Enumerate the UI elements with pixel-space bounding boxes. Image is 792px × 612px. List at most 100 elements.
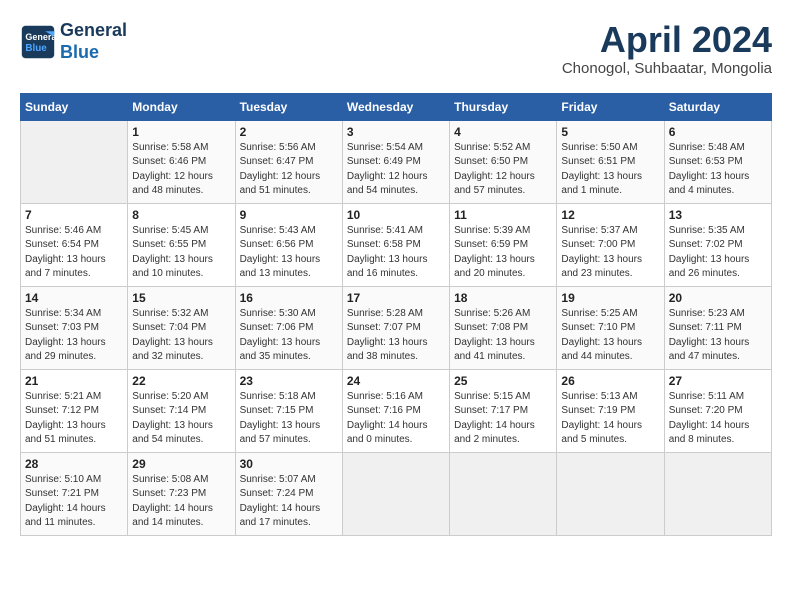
calendar-cell: 3Sunrise: 5:54 AM Sunset: 6:49 PM Daylig… xyxy=(342,120,449,203)
day-info: Sunrise: 5:13 AM Sunset: 7:19 PM Dayligh… xyxy=(561,390,659,448)
calendar-cell: 1 Sunrise: 5:58 AM Sunset: 6:46 PM Daylig… xyxy=(128,120,235,203)
calendar-cell: 20 Sunrise: 5:23 AM Sunset: 7:11 PM Dayli… xyxy=(664,286,771,369)
day-number: 8 xyxy=(132,208,230,222)
day-info: Sunrise: 5:25 AM Sunset: 7:10 PM Dayligh… xyxy=(561,307,659,365)
day-number: 22 xyxy=(132,374,230,388)
day-info: Sunrise: 5:16 AM Sunset: 7:16 PM Dayligh… xyxy=(347,390,445,448)
day-number: 16 xyxy=(240,291,338,305)
col-header-friday: Friday xyxy=(557,93,664,120)
day-number: 30 xyxy=(240,457,338,471)
day-number: 28 xyxy=(25,457,123,471)
day-number: 25 xyxy=(454,374,552,388)
day-info: Sunrise: 5:32 AM Sunset: 7:04 PM Dayligh… xyxy=(132,307,230,365)
day-number: 11 xyxy=(454,208,552,222)
calendar-cell: 6 Sunrise: 5:48 AM Sunset: 6:53 PM Daylig… xyxy=(664,120,771,203)
day-info: Sunrise: 5:37 AM Sunset: 7:00 PM Dayligh… xyxy=(561,224,659,282)
calendar-cell: 8 Sunrise: 5:45 AM Sunset: 6:55 PM Daylig… xyxy=(128,203,235,286)
day-info: Sunrise: 5:08 AM Sunset: 7:23 PM Dayligh… xyxy=(132,473,230,531)
calendar-cell: 18 Sunrise: 5:26 AM Sunset: 7:08 PM Dayli… xyxy=(450,286,557,369)
day-number: 14 xyxy=(25,291,123,305)
page-header: General Blue General Blue April 2024 Cho… xyxy=(20,20,772,77)
calendar-cell: 5 Sunrise: 5:50 AM Sunset: 6:51 PM Daylig… xyxy=(557,120,664,203)
day-info: Sunrise: 5:48 AM Sunset: 6:53 PM Dayligh… xyxy=(669,141,767,199)
day-number: 7 xyxy=(25,208,123,222)
day-number: 19 xyxy=(561,291,659,305)
day-info: Sunrise: 5:23 AM Sunset: 7:11 PM Dayligh… xyxy=(669,307,767,365)
calendar-cell: 13 Sunrise: 5:35 AM Sunset: 7:02 PM Dayli… xyxy=(664,203,771,286)
calendar-cell: 23Sunrise: 5:18 AM Sunset: 7:15 PM Dayli… xyxy=(235,369,342,452)
day-info: Sunrise: 5:52 AM Sunset: 6:50 PM Dayligh… xyxy=(454,141,552,199)
calendar-cell: 21 Sunrise: 5:21 AM Sunset: 7:12 PM Dayli… xyxy=(21,369,128,452)
day-number: 10 xyxy=(347,208,445,222)
day-info: Sunrise: 5:26 AM Sunset: 7:08 PM Dayligh… xyxy=(454,307,552,365)
day-info: Sunrise: 5:45 AM Sunset: 6:55 PM Dayligh… xyxy=(132,224,230,282)
col-header-thursday: Thursday xyxy=(450,93,557,120)
calendar-cell: 27 Sunrise: 5:11 AM Sunset: 7:20 PM Dayli… xyxy=(664,369,771,452)
day-number: 21 xyxy=(25,374,123,388)
day-info: Sunrise: 5:15 AM Sunset: 7:17 PM Dayligh… xyxy=(454,390,552,448)
logo-text: General Blue xyxy=(60,20,127,63)
day-number: 18 xyxy=(454,291,552,305)
day-info: Sunrise: 5:41 AM Sunset: 6:58 PM Dayligh… xyxy=(347,224,445,282)
day-info: Sunrise: 5:50 AM Sunset: 6:51 PM Dayligh… xyxy=(561,141,659,199)
col-header-wednesday: Wednesday xyxy=(342,93,449,120)
day-number: 6 xyxy=(669,125,767,139)
calendar-cell: 12 Sunrise: 5:37 AM Sunset: 7:00 PM Dayli… xyxy=(557,203,664,286)
day-number: 5 xyxy=(561,125,659,139)
month-title: April 2024 xyxy=(562,20,772,60)
day-number: 4 xyxy=(454,125,552,139)
calendar-cell: 30 Sunrise: 5:07 AM Sunset: 7:24 PM Dayli… xyxy=(235,452,342,535)
day-number: 20 xyxy=(669,291,767,305)
day-info: Sunrise: 5:07 AM Sunset: 7:24 PM Dayligh… xyxy=(240,473,338,531)
day-info: Sunrise: 5:43 AM Sunset: 6:56 PM Dayligh… xyxy=(240,224,338,282)
calendar-cell: 16 Sunrise: 5:30 AM Sunset: 7:06 PM Dayli… xyxy=(235,286,342,369)
day-info: Sunrise: 5:18 AM Sunset: 7:15 PM Dayligh… xyxy=(240,390,338,448)
calendar-cell: 10 Sunrise: 5:41 AM Sunset: 6:58 PM Dayli… xyxy=(342,203,449,286)
calendar-cell: 15 Sunrise: 5:32 AM Sunset: 7:04 PM Dayli… xyxy=(128,286,235,369)
col-header-sunday: Sunday xyxy=(21,93,128,120)
calendar-cell: 14Sunrise: 5:34 AM Sunset: 7:03 PM Dayli… xyxy=(21,286,128,369)
day-info: Sunrise: 5:20 AM Sunset: 7:14 PM Dayligh… xyxy=(132,390,230,448)
day-number: 12 xyxy=(561,208,659,222)
calendar-cell: 26Sunrise: 5:13 AM Sunset: 7:19 PM Dayli… xyxy=(557,369,664,452)
calendar-cell: 22 Sunrise: 5:20 AM Sunset: 7:14 PM Dayli… xyxy=(128,369,235,452)
calendar-cell: 17 Sunrise: 5:28 AM Sunset: 7:07 PM Dayli… xyxy=(342,286,449,369)
day-info: Sunrise: 5:35 AM Sunset: 7:02 PM Dayligh… xyxy=(669,224,767,282)
calendar-table: SundayMondayTuesdayWednesdayThursdayFrid… xyxy=(20,93,772,536)
logo-icon: General Blue xyxy=(20,24,56,60)
calendar-cell: 19 Sunrise: 5:25 AM Sunset: 7:10 PM Dayli… xyxy=(557,286,664,369)
calendar-cell xyxy=(664,452,771,535)
calendar-cell: 7 Sunrise: 5:46 AM Sunset: 6:54 PM Daylig… xyxy=(21,203,128,286)
calendar-cell xyxy=(557,452,664,535)
day-info: Sunrise: 5:11 AM Sunset: 7:20 PM Dayligh… xyxy=(669,390,767,448)
col-header-saturday: Saturday xyxy=(664,93,771,120)
day-info: Sunrise: 5:28 AM Sunset: 7:07 PM Dayligh… xyxy=(347,307,445,365)
day-number: 27 xyxy=(669,374,767,388)
day-number: 17 xyxy=(347,291,445,305)
day-info: Sunrise: 5:21 AM Sunset: 7:12 PM Dayligh… xyxy=(25,390,123,448)
calendar-cell: 11 Sunrise: 5:39 AM Sunset: 6:59 PM Dayli… xyxy=(450,203,557,286)
svg-text:Blue: Blue xyxy=(25,43,47,54)
calendar-cell: 4 Sunrise: 5:52 AM Sunset: 6:50 PM Daylig… xyxy=(450,120,557,203)
calendar-cell: 29 Sunrise: 5:08 AM Sunset: 7:23 PM Dayli… xyxy=(128,452,235,535)
calendar-cell: 9Sunrise: 5:43 AM Sunset: 6:56 PM Daylig… xyxy=(235,203,342,286)
location-subtitle: Chonogol, Suhbaatar, Mongolia xyxy=(562,60,772,77)
calendar-cell xyxy=(342,452,449,535)
day-number: 13 xyxy=(669,208,767,222)
day-info: Sunrise: 5:10 AM Sunset: 7:21 PM Dayligh… xyxy=(25,473,123,531)
day-number: 1 xyxy=(132,125,230,139)
col-header-monday: Monday xyxy=(128,93,235,120)
col-header-tuesday: Tuesday xyxy=(235,93,342,120)
calendar-cell xyxy=(21,120,128,203)
calendar-cell: 25 Sunrise: 5:15 AM Sunset: 7:17 PM Dayli… xyxy=(450,369,557,452)
calendar-cell xyxy=(450,452,557,535)
day-number: 2 xyxy=(240,125,338,139)
day-info: Sunrise: 5:39 AM Sunset: 6:59 PM Dayligh… xyxy=(454,224,552,282)
day-info: Sunrise: 5:30 AM Sunset: 7:06 PM Dayligh… xyxy=(240,307,338,365)
day-number: 29 xyxy=(132,457,230,471)
day-number: 15 xyxy=(132,291,230,305)
day-info: Sunrise: 5:54 AM Sunset: 6:49 PM Dayligh… xyxy=(347,141,445,199)
day-info: Sunrise: 5:58 AM Sunset: 6:46 PM Dayligh… xyxy=(132,141,230,199)
day-info: Sunrise: 5:46 AM Sunset: 6:54 PM Dayligh… xyxy=(25,224,123,282)
logo: General Blue General Blue xyxy=(20,20,127,63)
